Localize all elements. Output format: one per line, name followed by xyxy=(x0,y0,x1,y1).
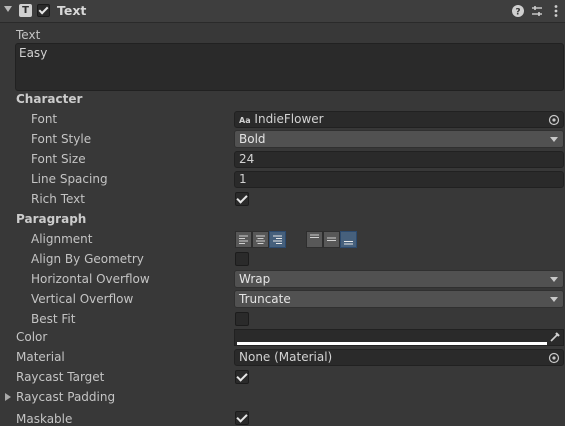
line-spacing-label: Line Spacing xyxy=(31,172,108,186)
align-center-icon xyxy=(256,235,265,244)
vertical-alignment-group xyxy=(306,231,357,248)
align-right-button[interactable] xyxy=(269,231,286,248)
best-fit-label: Best Fit xyxy=(31,312,76,326)
text-area[interactable]: Easy xyxy=(15,43,564,91)
font-label: Font xyxy=(31,112,58,126)
alignment-label: Alignment xyxy=(31,232,93,246)
align-left-icon xyxy=(239,235,248,244)
svg-text:?: ? xyxy=(515,8,520,18)
material-value: None (Material) xyxy=(239,350,333,364)
chevron-down-icon xyxy=(550,277,558,282)
component-enabled-checkbox[interactable] xyxy=(37,4,50,17)
eyedropper-icon[interactable] xyxy=(549,331,561,343)
maskable-checkbox[interactable] xyxy=(235,411,249,425)
font-style-label: Font Style xyxy=(31,132,92,146)
color-field[interactable] xyxy=(234,329,564,346)
align-by-geometry-label: Align By Geometry xyxy=(31,252,144,266)
font-field[interactable]: Aa IndieFlower xyxy=(234,111,564,128)
font-size-label: Font Size xyxy=(31,152,86,166)
line-spacing-field[interactable]: 1 xyxy=(234,171,564,188)
maskable-label: Maskable xyxy=(16,412,73,426)
vertical-overflow-dropdown[interactable]: Truncate xyxy=(234,290,564,308)
component-header: T Text ? xyxy=(0,0,565,23)
raycast-padding-foldout[interactable]: Raycast Padding xyxy=(16,390,115,404)
align-center-button[interactable] xyxy=(252,231,269,248)
vertical-overflow-label: Vertical Overflow xyxy=(31,292,134,306)
horizontal-overflow-label: Horizontal Overflow xyxy=(31,272,150,286)
chevron-down-icon xyxy=(550,297,558,302)
raycast-target-label: Raycast Target xyxy=(16,370,105,384)
more-options-icon[interactable] xyxy=(548,3,564,19)
rich-text-checkbox[interactable] xyxy=(235,192,249,206)
horizontal-alignment-group xyxy=(235,231,286,248)
align-middle-icon xyxy=(327,237,336,241)
foldout-arrow-icon[interactable] xyxy=(5,393,11,401)
chevron-down-icon xyxy=(550,137,558,142)
help-icon[interactable]: ? xyxy=(510,3,526,19)
foldout-arrow-icon[interactable] xyxy=(4,6,12,12)
text-label: Text xyxy=(16,28,41,42)
font-size-field[interactable]: 24 xyxy=(234,151,564,168)
font-style-value: Bold xyxy=(239,132,266,146)
presets-icon[interactable] xyxy=(529,3,545,19)
material-label: Material xyxy=(16,350,65,364)
color-label: Color xyxy=(16,330,48,344)
font-value: IndieFlower xyxy=(254,112,324,126)
material-field[interactable]: None (Material) xyxy=(234,349,564,366)
color-swatch xyxy=(237,332,547,342)
align-top-button[interactable] xyxy=(306,231,323,248)
align-middle-button[interactable] xyxy=(323,231,340,248)
character-section-header: Character xyxy=(16,92,83,106)
align-left-button[interactable] xyxy=(235,231,252,248)
object-picker-icon[interactable] xyxy=(548,114,560,126)
object-picker-icon[interactable] xyxy=(548,352,560,364)
text-component-icon: T xyxy=(19,4,32,17)
best-fit-checkbox[interactable] xyxy=(235,312,249,326)
align-right-icon xyxy=(273,235,282,244)
paragraph-section-header: Paragraph xyxy=(16,212,87,226)
horizontal-overflow-value: Wrap xyxy=(239,272,271,286)
font-style-dropdown[interactable]: Bold xyxy=(234,130,564,148)
rich-text-label: Rich Text xyxy=(31,192,85,206)
align-by-geometry-checkbox[interactable] xyxy=(235,252,249,266)
raycast-target-checkbox[interactable] xyxy=(235,370,249,384)
component-title: Text xyxy=(57,3,87,18)
align-bottom-button[interactable] xyxy=(340,231,357,248)
vertical-overflow-value: Truncate xyxy=(239,292,291,306)
align-top-icon xyxy=(310,234,319,238)
align-bottom-icon xyxy=(344,241,353,245)
font-asset-icon: Aa xyxy=(239,116,251,125)
horizontal-overflow-dropdown[interactable]: Wrap xyxy=(234,270,564,288)
color-swatch-bar xyxy=(237,342,547,345)
